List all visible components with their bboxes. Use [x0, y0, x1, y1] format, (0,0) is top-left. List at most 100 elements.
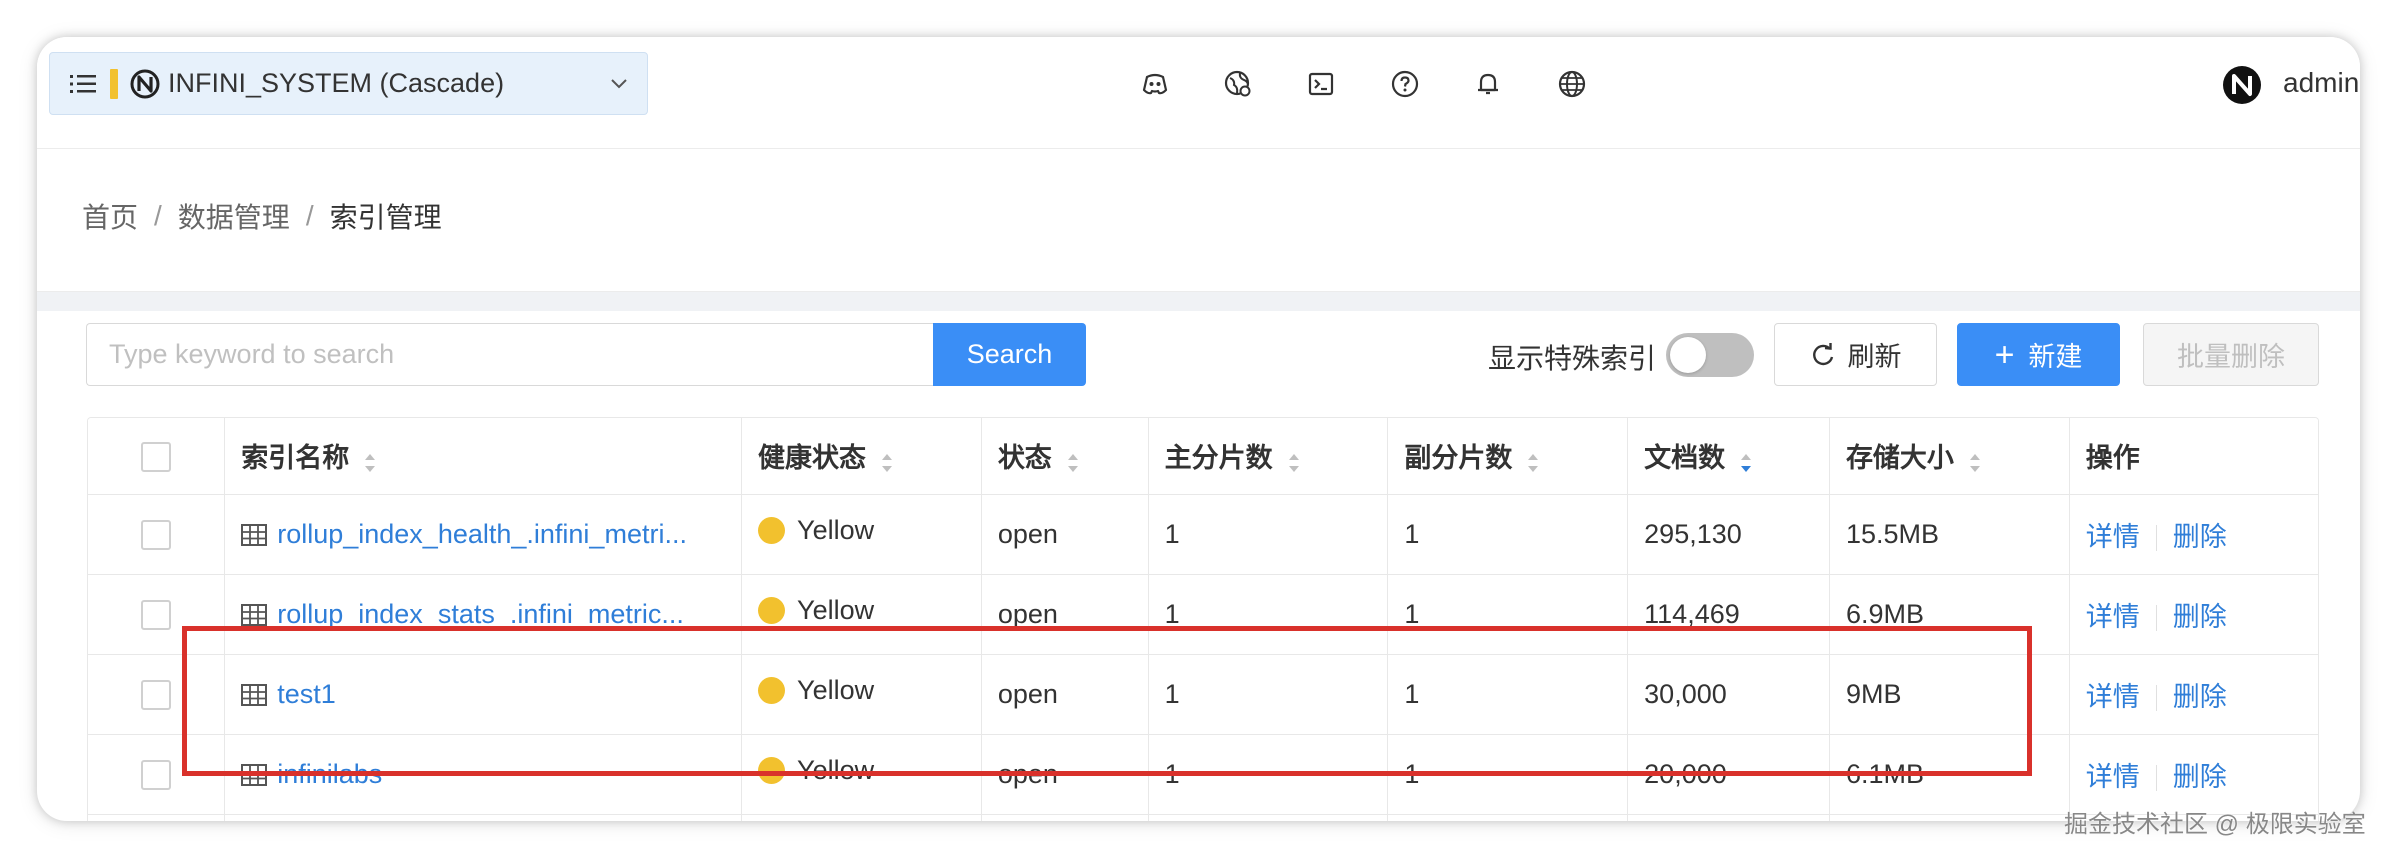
plus-icon: + — [1994, 335, 2015, 374]
column-primary-shards[interactable]: 主分片数 — [1148, 418, 1389, 495]
breadcrumb-index-management: 索引管理 — [329, 202, 442, 233]
delete-link[interactable]: 删除 — [2173, 522, 2227, 552]
index-name-link[interactable]: rollup_index_health_.infini_metri... — [277, 519, 687, 550]
detail-link[interactable]: 详情 — [2086, 522, 2140, 552]
row-checkbox[interactable] — [141, 599, 172, 630]
sort-desc-icon — [1741, 454, 1752, 473]
search-input[interactable] — [86, 323, 934, 386]
column-label: 主分片数 — [1164, 443, 1273, 474]
row-select-cell — [88, 494, 226, 575]
watermark: 掘金技术社区 @ 极限实验室 — [2064, 811, 2366, 838]
replica-shards-cell: 1 — [1387, 574, 1629, 655]
delete-link[interactable]: 删除 — [2173, 602, 2227, 632]
column-label: 操作 — [2085, 443, 2140, 474]
doc-count-cell: 20,000 — [1627, 734, 1830, 815]
detail-link[interactable]: 详情 — [2086, 762, 2140, 792]
search-button[interactable]: Search — [933, 323, 1086, 386]
row-checkbox[interactable] — [141, 759, 172, 790]
infini-logo-icon — [130, 69, 160, 98]
new-index-button[interactable]: + 新建 — [1957, 323, 2120, 386]
detail-link[interactable]: 详情 — [2086, 602, 2140, 632]
sort-icon — [1969, 454, 1980, 473]
index-name-link[interactable]: test1 — [277, 679, 336, 710]
delete-link[interactable]: 删除 — [2173, 762, 2227, 792]
table-icon — [241, 683, 268, 706]
monitor-globe-icon[interactable] — [1220, 66, 1256, 102]
primary-shards-cell: 1 — [1148, 494, 1389, 575]
batch-delete-button[interactable]: 批量删除 — [2143, 323, 2319, 386]
column-replica-shards[interactable]: 副分片数 — [1387, 418, 1629, 495]
health-text: Yellow — [797, 755, 875, 786]
column-label: 文档数 — [1644, 443, 1726, 474]
table-row: rollup_index_stats_.infini_metric... Yel… — [88, 574, 2318, 655]
refresh-button[interactable]: 刷新 — [1774, 323, 1937, 386]
actions-cell: 详情 删除 — [2069, 574, 2318, 655]
column-health[interactable]: 健康状态 — [741, 418, 982, 495]
health-dot — [758, 517, 786, 545]
index-name-cell: test1 — [224, 654, 743, 735]
index-name-link[interactable]: infinilabs — [277, 759, 382, 790]
row-checkbox[interactable] — [141, 679, 172, 710]
column-actions: 操作 — [2069, 418, 2318, 495]
sort-icon — [1288, 454, 1299, 473]
column-storage-size[interactable]: 存储大小 — [1829, 418, 2070, 495]
health-text: Yellow — [797, 515, 875, 546]
discord-icon[interactable] — [1137, 66, 1173, 102]
action-divider — [2155, 605, 2157, 632]
health-text: Yellow — [797, 595, 875, 626]
status-cell: open — [981, 574, 1149, 655]
actions-cell: 详情 删除 — [2069, 734, 2318, 815]
health-dot — [758, 757, 786, 785]
top-header: INFINI_SYSTEM (Cascade) admin — [37, 37, 2360, 149]
column-status[interactable]: 状态 — [981, 418, 1149, 495]
column-doc-count[interactable]: 文档数 — [1627, 418, 1830, 495]
index-name-cell: rollup_index_health_.infini_metri... — [224, 494, 743, 575]
health-cell: Yellow — [741, 494, 982, 575]
special-index-label: 显示特殊索引 — [1488, 343, 1657, 374]
chevron-down-icon — [611, 79, 627, 89]
new-label: 新建 — [2028, 342, 2083, 372]
header-select-all — [88, 418, 226, 495]
cluster-selector[interactable]: INFINI_SYSTEM (Cascade) — [49, 52, 648, 115]
status-cell: open — [981, 734, 1149, 815]
globe-icon[interactable] — [1554, 66, 1590, 102]
column-label: 副分片数 — [1404, 443, 1513, 474]
breadcrumb-data-management[interactable]: 数据管理 — [178, 196, 290, 236]
delete-link[interactable]: 删除 — [2173, 682, 2227, 712]
table-row: infinilabs Yellow open 1 1 20,000 6.1MB … — [88, 734, 2318, 815]
health-dot — [758, 597, 786, 625]
column-index-name[interactable]: 索引名称 — [224, 418, 743, 495]
content-divider — [37, 292, 2360, 311]
row-checkbox[interactable] — [141, 519, 172, 550]
refresh-label: 刷新 — [1847, 342, 1902, 372]
replica-shards-cell: 1 — [1387, 734, 1629, 815]
special-index-toggle[interactable] — [1666, 333, 1754, 377]
replica-shards-cell: 1 — [1387, 494, 1629, 575]
action-divider — [2155, 685, 2157, 712]
action-divider — [2155, 765, 2157, 792]
action-divider — [2155, 525, 2157, 552]
batch-delete-label: 批量删除 — [2177, 342, 2285, 372]
select-all-checkbox[interactable] — [141, 441, 172, 472]
avatar[interactable] — [2222, 65, 2262, 105]
user-name[interactable]: admin — [2283, 67, 2359, 99]
index-name-link[interactable]: rollup_index_stats_.infini_metric... — [277, 599, 684, 630]
table-row: test1 Yellow open 1 1 30,000 9MB 详情 删除 — [88, 654, 2318, 735]
terminal-icon[interactable] — [1303, 66, 1339, 102]
bell-icon[interactable] — [1470, 66, 1506, 102]
table-icon — [241, 523, 268, 546]
storage-size-cell: 6.1MB — [1829, 734, 2070, 815]
table-icon — [241, 763, 268, 786]
health-cell: Yellow — [741, 734, 982, 815]
help-icon[interactable] — [1387, 66, 1423, 102]
index-name-cell: rollup_index_stats_.infini_metric... — [224, 574, 743, 655]
column-label: 健康状态 — [758, 443, 867, 474]
breadcrumb-home[interactable]: 首页 — [82, 196, 138, 236]
doc-count-cell: 30,000 — [1627, 654, 1830, 735]
sort-icon — [882, 454, 893, 473]
column-label: 状态 — [997, 443, 1052, 474]
column-label: 存储大小 — [1845, 443, 1954, 474]
actions-cell: 详情 删除 — [2069, 654, 2318, 735]
health-cell: Yellow — [741, 654, 982, 735]
detail-link[interactable]: 详情 — [2086, 682, 2140, 712]
